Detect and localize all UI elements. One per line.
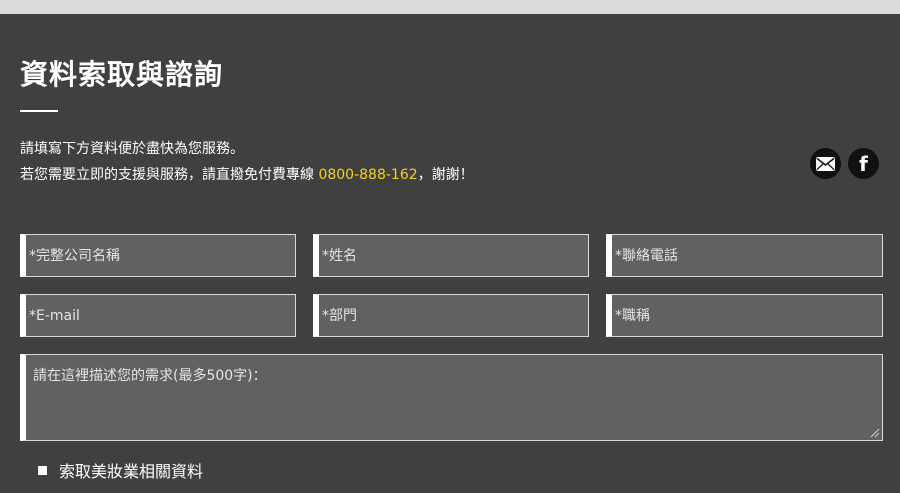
hotline-number: 0800-888-162 — [318, 167, 418, 183]
top-bar — [0, 0, 900, 14]
page-title: 資料索取與諮詢 — [20, 58, 224, 91]
intro-line-2: 若您需要立即的支援與服務，請直撥免付費專線 0800-888-162，謝謝！ — [20, 162, 474, 188]
intro-line-2-suffix: ，謝謝！ — [417, 167, 474, 183]
intro-text: 請填寫下方資料便於盡快為您服務。 若您需要立即的支援與服務，請直撥免付費專線 0… — [20, 136, 474, 188]
checkbox-label: 索取美妝業相關資料 — [59, 462, 204, 481]
intro-line-1: 請填寫下方資料便於盡快為您服務。 — [20, 141, 244, 157]
facebook-icon: f — [859, 151, 868, 176]
email-share-button[interactable] — [810, 148, 841, 179]
name-field[interactable] — [313, 234, 589, 277]
message-textarea[interactable] — [20, 354, 883, 441]
resize-grip-icon[interactable] — [870, 428, 880, 438]
phone-field[interactable] — [606, 234, 883, 277]
checkbox-square[interactable] — [38, 465, 47, 475]
facebook-share-button[interactable]: f — [848, 148, 879, 179]
envelope-icon — [816, 156, 835, 171]
job-title-field[interactable] — [606, 294, 883, 337]
email-field[interactable] — [20, 294, 296, 337]
request-materials-checkbox[interactable]: 索取美妝業相關資料 — [38, 458, 203, 482]
department-field[interactable] — [313, 294, 589, 337]
intro-line-2-prefix: 若您需要立即的支援與服務，請直撥免付費專線 — [20, 167, 319, 183]
company-name-field[interactable] — [20, 234, 296, 277]
title-underline — [20, 110, 58, 112]
